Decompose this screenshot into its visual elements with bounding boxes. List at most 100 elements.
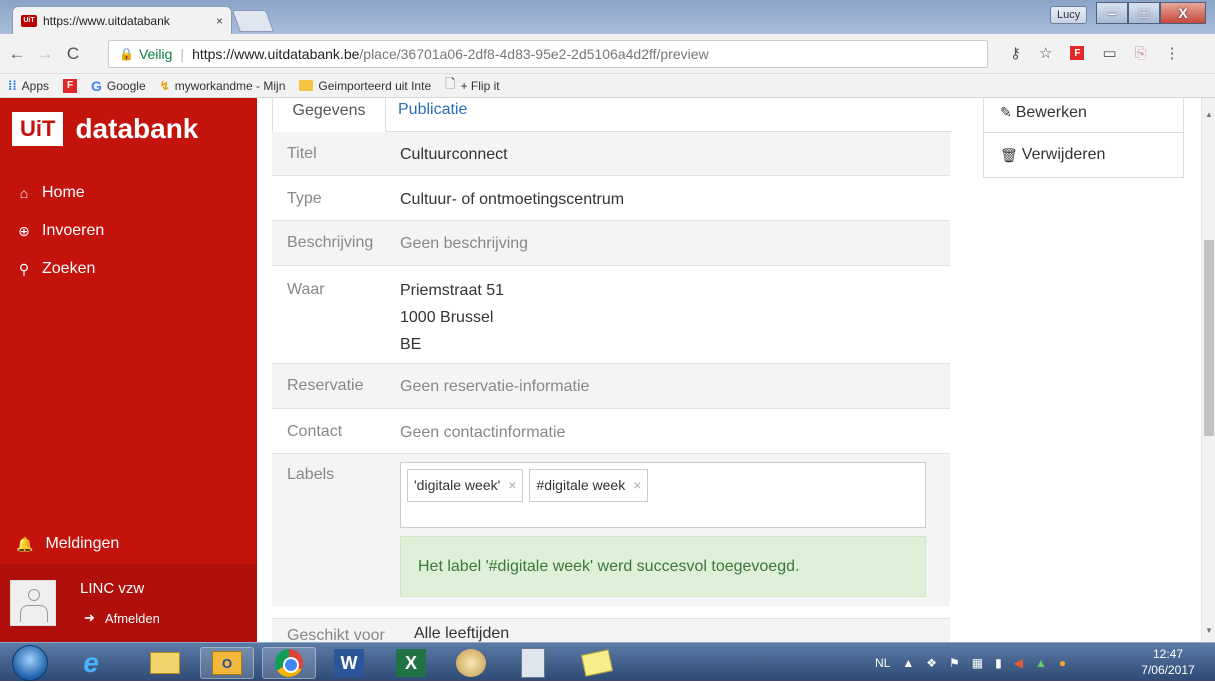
address-separator: | xyxy=(180,46,185,62)
tab-close-icon[interactable]: × xyxy=(216,14,223,28)
tab-gegevens[interactable]: Gegevens xyxy=(272,98,386,132)
remove-tag-icon[interactable]: × xyxy=(633,472,641,499)
home-icon: ⌂ xyxy=(19,185,29,201)
clock-date: 7/06/2017 xyxy=(1141,663,1195,677)
menu-icon[interactable]: ⋮ xyxy=(1165,44,1180,62)
pdf-extension-icon[interactable]: ⎘ xyxy=(1135,45,1147,62)
chrome-icon[interactable] xyxy=(262,647,316,679)
calculator-icon[interactable] xyxy=(506,647,560,679)
excel-icon[interactable]: X xyxy=(384,647,438,679)
row-beschrijving: Beschrijving Geen beschrijving xyxy=(272,221,950,266)
uit-databank-logo[interactable]: UiT databank xyxy=(12,112,198,146)
row-value: Cultuur- of ontmoetingscentrum xyxy=(400,191,625,208)
row-type: Type Cultuur- of ontmoetingscentrum xyxy=(272,176,950,221)
minimize-button[interactable]: – xyxy=(1096,2,1128,24)
signal-icon[interactable]: ▮ xyxy=(995,656,1002,670)
maximize-button[interactable]: □ xyxy=(1128,2,1160,24)
row-label: Geschikt voor xyxy=(287,627,385,642)
page-icon: 🗋 xyxy=(445,75,456,91)
action-center-flag-icon[interactable]: ⚑ xyxy=(949,656,960,670)
user-panel: LINC vzw ➜ Afmelden xyxy=(0,564,257,642)
sidebar-item-meldingen[interactable]: 🔔 Meldingen xyxy=(16,535,119,553)
network-icon[interactable]: ▦ xyxy=(972,656,983,670)
tab-publicatie[interactable]: Publicatie xyxy=(398,98,467,122)
bookmark-apps[interactable]: ⁞⁞ Apps xyxy=(8,78,49,93)
sidebar-item-invoeren[interactable]: ⊕ Invoeren xyxy=(14,212,104,250)
trash-icon: 🗑 xyxy=(1000,146,1018,163)
browser-tab[interactable]: UiT https://www.uitdatabank × xyxy=(12,6,232,34)
bookmark-google[interactable]: G Google xyxy=(91,78,146,94)
forward-button[interactable]: → xyxy=(34,44,56,64)
actions-panel: ✎ Bewerken 🗑 Verwijderen xyxy=(983,98,1184,178)
google-icon: G xyxy=(91,77,102,94)
row-label: Waar xyxy=(287,281,325,298)
flipboard-extension-icon[interactable]: F xyxy=(1070,46,1085,60)
system-clock[interactable]: 12:47 7/06/2017 xyxy=(1134,646,1202,678)
row-titel: Titel Cultuurconnect xyxy=(272,132,950,176)
scroll-down-icon[interactable]: ▼ xyxy=(1205,626,1213,635)
flipboard-icon: F xyxy=(63,78,78,93)
label-tag-text: 'digitale week' xyxy=(414,477,501,493)
bell-icon: 🔔 xyxy=(16,535,34,552)
sidebar-item-zoeken[interactable]: ⚲ Zoeken xyxy=(14,250,104,288)
scroll-thumb[interactable] xyxy=(1204,240,1214,436)
row-reservatie: Reservatie Geen reservatie-informatie xyxy=(272,364,950,409)
sign-out-icon: ➜ xyxy=(84,610,95,625)
address-bar[interactable]: 🔒 Veilig | https://www.uitdatabank.be /p… xyxy=(108,40,988,68)
internet-explorer-icon[interactable]: e xyxy=(64,647,118,679)
edit-button[interactable]: ✎ Bewerken xyxy=(984,98,1183,133)
window-controls: – □ X xyxy=(1096,2,1206,24)
bookmark-label: + Flip it xyxy=(460,78,500,93)
show-hidden-icons-icon[interactable]: ▲ xyxy=(902,656,914,670)
logo-mark: UiT xyxy=(12,112,64,146)
toolbar-icons: ⚷ ☆ F ▭ ⎘ ⋮ xyxy=(1010,44,1180,63)
page-viewport: UiT databank ⌂ Home ⊕ Invoeren ⚲ Zoeken … xyxy=(0,98,1215,642)
bookmark-flipboard[interactable]: F xyxy=(63,78,78,93)
logout-link[interactable]: ➜ Afmelden xyxy=(84,610,160,626)
google-drive-icon[interactable]: ▲ xyxy=(1035,656,1047,670)
back-button[interactable]: ← xyxy=(6,44,28,64)
address-city: 1000 Brussel xyxy=(400,309,494,326)
word-icon[interactable]: W xyxy=(322,647,376,679)
reload-button[interactable]: C xyxy=(62,44,84,64)
cast-icon[interactable]: ▭ xyxy=(1102,44,1116,62)
scroll-up-icon[interactable]: ▲ xyxy=(1205,110,1213,119)
logout-label: Afmelden xyxy=(104,610,160,626)
dropbox-icon[interactable]: ❖ xyxy=(926,656,937,670)
clock-time: 12:47 xyxy=(1152,647,1184,661)
star-icon[interactable]: ☆ xyxy=(1039,44,1052,62)
row-value: Cultuurconnect xyxy=(400,146,508,163)
cloud-sync-icon[interactable]: ● xyxy=(1059,656,1066,670)
sidebar-item-home[interactable]: ⌂ Home xyxy=(14,174,104,212)
volume-icon[interactable]: ◀ xyxy=(1014,656,1023,670)
label-tag: #digitale week × xyxy=(529,469,649,502)
profile-button[interactable]: Lucy xyxy=(1050,6,1088,24)
row-geschikt-voor: Geschikt voor Alle leeftijden xyxy=(272,618,950,642)
row-label: Reservatie xyxy=(287,377,364,394)
new-tab-button[interactable] xyxy=(231,10,275,32)
sidebar-item-label: Meldingen xyxy=(45,535,120,552)
outlook-icon[interactable]: O xyxy=(200,647,254,679)
bookmark-flip-it[interactable]: 🗋 + Flip it xyxy=(445,75,499,97)
start-button[interactable] xyxy=(12,645,48,681)
user-name[interactable]: LINC vzw xyxy=(80,580,144,597)
sidebar-item-label: Zoeken xyxy=(42,260,96,277)
bookmark-myworkandme[interactable]: ↯ myworkandme - Mijn xyxy=(160,79,286,93)
remove-tag-icon[interactable]: × xyxy=(508,472,516,499)
delete-button[interactable]: 🗑 Verwijderen xyxy=(984,133,1183,177)
lock-icon: 🔒 xyxy=(119,47,134,61)
paint-icon[interactable] xyxy=(444,647,498,679)
logo-text: databank xyxy=(75,113,199,144)
bookmark-imported-folder[interactable]: Geimporteerd uit Inte xyxy=(299,79,431,93)
sticky-notes-icon[interactable] xyxy=(570,647,624,679)
key-icon[interactable]: ⚷ xyxy=(1010,44,1021,62)
close-window-button[interactable]: X xyxy=(1160,2,1206,24)
labels-input[interactable]: 'digitale week' × #digitale week × xyxy=(400,462,926,528)
folder-icon xyxy=(299,80,314,91)
page-scrollbar[interactable]: ▲ ▼ xyxy=(1201,98,1215,642)
language-indicator[interactable]: NL xyxy=(875,656,890,670)
row-labels: Labels 'digitale week' × #digitale week … xyxy=(272,454,950,606)
row-value: Alle leeftijden xyxy=(414,625,510,642)
row-label: Type xyxy=(287,190,322,207)
file-explorer-icon[interactable] xyxy=(138,647,192,679)
